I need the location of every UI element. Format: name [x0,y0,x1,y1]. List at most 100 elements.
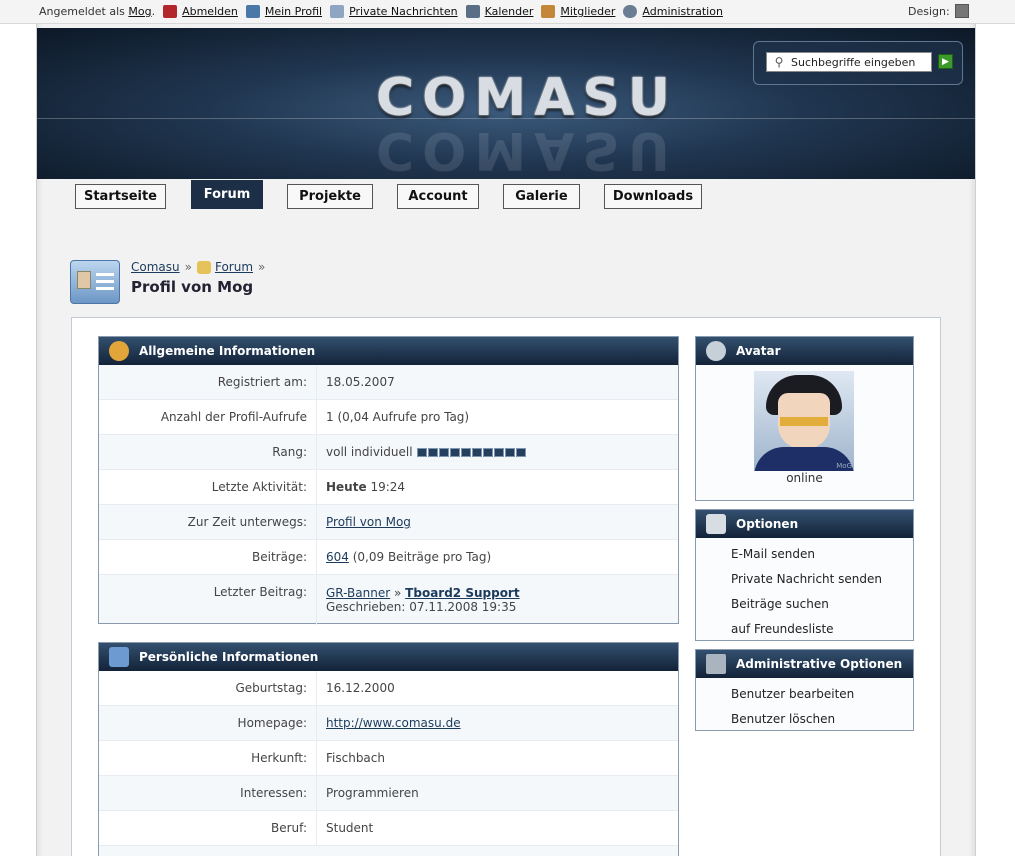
calendar-icon [465,5,480,18]
search-box: ⚲ Suchbegriffe eingeben ▶ [753,41,963,85]
last-post-thread-link[interactable]: Tboard2 Support [405,586,519,600]
send-email-link[interactable]: E-Mail senden [696,541,913,566]
row-label: Geburtstag: [235,681,307,695]
user-info-icon [109,341,129,361]
homepage-link[interactable]: http://www.comasu.de [326,716,461,730]
gear-icon [623,5,638,18]
personal-info-header: Persönliche Informationen [99,643,678,671]
envelope-icon [330,5,345,18]
row-label: Anzahl der Profil-Aufrufe [160,410,307,424]
posts-per-day: (0,09 Beiträge pro Tag) [352,550,492,564]
administration-link[interactable]: Administration [642,5,723,18]
site-logo[interactable]: COMASU [307,68,747,128]
row-label: Rang: [272,445,307,459]
tab-forum[interactable]: Forum [191,180,263,209]
logout-link[interactable]: Abmelden [182,5,238,18]
admin-options-panel: Administrative Optionen Benutzer bearbei… [695,649,914,731]
keyboard-key-icon [706,514,726,534]
add-friend-link[interactable]: auf Freundesliste [696,616,913,641]
design-label: Design: [908,4,950,18]
edit-user-link[interactable]: Benutzer bearbeiten [696,681,913,706]
table-row: Letzte Aktivität: Heute 19:24 [99,470,678,505]
tab-downloads[interactable]: Downloads [604,184,702,209]
last-post-board-link[interactable]: GR-Banner [326,586,390,600]
row-label: Letzte Aktivität: [211,480,307,494]
table-row: Geburtstag: 16.12.2000 [99,671,678,706]
rank-bar [416,447,527,457]
birthday-value: 16.12.2000 [326,681,395,695]
search-icon: ⚲ [774,55,784,69]
row-label: Zur Zeit unterwegs: [187,515,307,529]
tab-galerie[interactable]: Galerie [503,184,580,209]
row-label: Registriert am: [217,375,307,389]
calendar-link[interactable]: Kalender [485,5,534,18]
row-label: Interessen: [240,786,307,800]
breadcrumb-comasu[interactable]: Comasu [131,260,180,274]
search-input[interactable]: ⚲ Suchbegriffe eingeben [766,52,932,72]
row-label: Homepage: [237,716,307,730]
options-title: Optionen [736,517,799,531]
private-messages-link[interactable]: Private Nachrichten [349,5,458,18]
general-info-header: Allgemeine Informationen [99,337,678,365]
profile-card-icon [245,5,260,18]
personal-info-panel: Persönliche Informationen Geburtstag: 16… [98,642,679,856]
table-row: Zur Zeit unterwegs: Profil von Mog [99,505,678,540]
username-suffix: . [151,5,156,18]
row-label: Letzter Beitrag: [213,585,307,599]
search-placeholder: Suchbegriffe eingeben [791,55,916,69]
rank-value: voll individuell [326,445,413,459]
table-row: Beruf: Student [99,811,678,846]
post-count-link[interactable]: 604 [326,550,349,564]
avatar-title: Avatar [736,344,781,358]
personal-card-icon [109,647,129,667]
breadcrumb-separator: » [184,260,192,274]
search-posts-link[interactable]: Beiträge suchen [696,591,913,616]
avatar-header: Avatar [696,337,913,365]
design-switcher[interactable] [954,4,969,18]
avatar-watermark: MoG [836,462,852,470]
current-location-link[interactable]: Profil von Mog [326,515,411,529]
logo-reflection: COMASU [375,120,679,179]
send-private-message-link[interactable]: Private Nachricht senden [696,566,913,591]
table-row: Letzter Beitrag: GR-Banner » Tboard2 Sup… [99,575,678,625]
table-row: Beiträge: 604 (0,09 Beiträge pro Tag) [99,540,678,575]
wrench-icon [706,654,726,674]
logged-in-label: Angemeldet als [39,5,125,18]
personal-info-title: Persönliche Informationen [139,650,319,664]
general-info-title: Allgemeine Informationen [139,344,316,358]
tab-projekte[interactable]: Projekte [287,184,373,209]
theater-masks-icon [706,341,726,361]
last-post-separator: » [394,586,402,600]
origin-value: Fischbach [326,751,385,765]
page-title: Profil von Mog [131,278,254,296]
search-submit-button[interactable]: ▶ [938,54,953,69]
logout-icon [163,5,178,18]
avatar-image: MoG [754,371,854,471]
members-link[interactable]: Mitglieder [560,5,615,18]
table-row: Registriert am: 18.05.2007 [99,365,678,400]
last-activity-day: Heute [326,480,367,494]
header-banner: COMASU COMASU ⚲ Suchbegriffe eingeben ▶ [37,28,975,179]
occupation-value: Student [326,821,374,835]
user-bar: Angemeldet als Mog. Abmelden Mein Profil… [0,0,1015,24]
tab-account[interactable]: Account [397,184,479,209]
profile-card-icon [70,260,120,304]
my-profile-link[interactable]: Mein Profil [265,5,322,18]
last-post-date: Geschrieben: 07.11.2008 19:35 [326,600,517,614]
options-header: Optionen [696,510,913,538]
main-nav: Startseite Forum Projekte Account Galeri… [0,180,1015,220]
username-link[interactable]: Mog [128,5,151,18]
row-label: Beiträge: [252,550,307,564]
breadcrumb-forum[interactable]: Forum [215,260,253,274]
table-row: Anzahl der Profil-Aufrufe 1 (0,04 Aufruf… [99,400,678,435]
table-row: Rang: voll individuell [99,435,678,470]
table-row: Herkunft: Fischbach [99,741,678,776]
tab-startseite[interactable]: Startseite [75,184,166,209]
breadcrumb-separator: » [258,260,266,274]
registered-value: 18.05.2007 [326,375,395,389]
forum-icon [196,260,211,274]
delete-user-link[interactable]: Benutzer löschen [696,706,913,731]
interests-value: Programmieren [326,786,419,800]
breadcrumb: Comasu » Forum » Profil von Mog [70,258,470,308]
row-label: Beruf: [271,821,307,835]
